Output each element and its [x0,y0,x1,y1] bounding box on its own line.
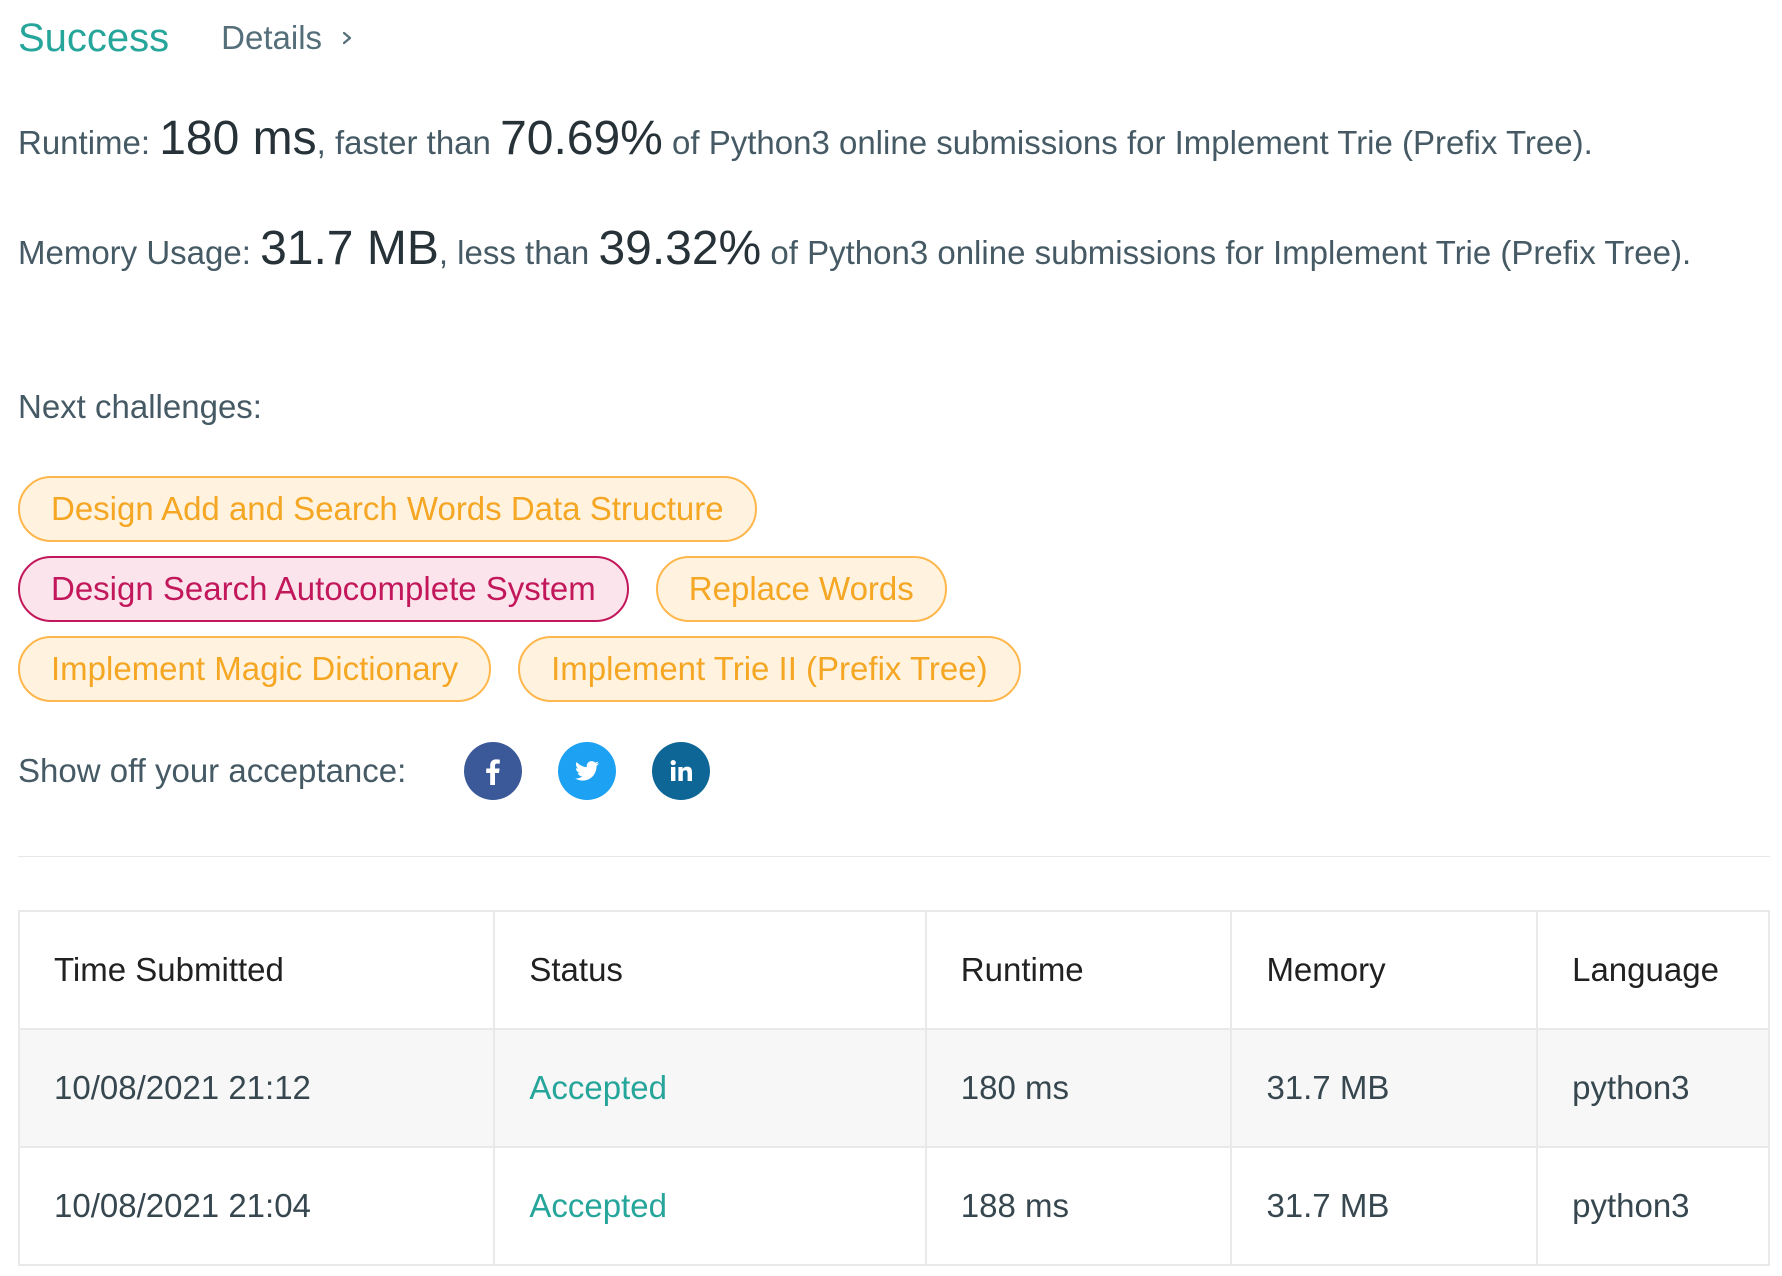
memory-value: 31.7 MB [260,222,439,275]
runtime-prefix: Runtime: [18,124,160,161]
table-row[interactable]: 10/08/2021 21:04 Accepted 188 ms 31.7 MB… [17,1146,1770,1266]
next-challenges-label: Next challenges: [18,388,262,425]
runtime-value: 180 ms [159,112,317,165]
cell-time: 10/08/2021 21:04 [17,1146,496,1266]
share-row: Show off your acceptance: [18,740,711,802]
challenge-pill[interactable]: Replace Words [655,556,947,622]
challenge-pill[interactable]: Design Search Autocomplete System [18,556,629,622]
runtime-percent: 70.69% [500,112,663,165]
column-header-status: Status [493,910,927,1030]
runtime-stat: Runtime: 180 ms, faster than 70.69% of P… [18,112,1770,170]
social-buttons [464,742,711,800]
cell-time: 10/08/2021 21:12 [17,1028,496,1148]
next-challenges-list: Design Add and Search Words Data Structu… [18,476,1770,716]
memory-stat: Memory Usage: 31.7 MB, less than 39.32% … [18,222,1770,280]
status-link[interactable]: Accepted [529,1069,667,1106]
challenge-pill[interactable]: Design Add and Search Words Data Structu… [18,476,757,542]
share-label: Show off your acceptance: [18,752,407,789]
linkedin-icon[interactable] [652,742,711,800]
pill-row: Design Add and Search Words Data Structu… [18,476,1770,542]
column-header-time: Time Submitted [17,910,496,1030]
details-link[interactable]: Details [221,19,354,57]
status-link[interactable]: Accepted [529,1187,667,1224]
memory-middle: , less than [438,234,599,271]
memory-prefix: Memory Usage: [18,234,261,271]
cell-status: Accepted [493,1146,927,1266]
challenge-pill[interactable]: Implement Trie II (Prefix Tree) [518,636,1021,702]
column-header-runtime: Runtime [924,910,1233,1030]
memory-percent: 39.32% [598,222,762,275]
facebook-icon[interactable] [464,742,523,800]
cell-language: python3 [1536,1028,1770,1148]
challenge-pill[interactable]: Implement Magic Dictionary [18,636,492,702]
table-row[interactable]: 10/08/2021 21:12 Accepted 180 ms 31.7 MB… [17,1028,1770,1148]
memory-suffix: of Python3 online submissions for Implem… [761,234,1692,271]
chevron-right-icon [340,31,354,45]
column-header-memory: Memory [1230,910,1539,1030]
status-title: Success [18,15,170,60]
column-header-language: Language [1536,910,1770,1030]
result-header: Success Details [18,8,354,68]
submissions-table-wrap: Time Submitted Status Runtime Memory Lan… [17,910,1770,1266]
details-label: Details [221,19,323,56]
runtime-suffix: of Python3 online submissions for Implem… [662,124,1593,161]
cell-memory: 31.7 MB [1230,1028,1539,1148]
cell-status: Accepted [493,1028,927,1148]
runtime-middle: , faster than [316,124,501,161]
pill-row: Implement Magic Dictionary Implement Tri… [18,636,1770,702]
pill-row: Design Search Autocomplete System Replac… [18,556,1770,622]
table-header-row: Time Submitted Status Runtime Memory Lan… [17,910,1770,1030]
cell-runtime: 188 ms [924,1146,1233,1266]
cell-language: python3 [1536,1146,1770,1266]
cell-memory: 31.7 MB [1230,1146,1539,1266]
submissions-table: Time Submitted Status Runtime Memory Lan… [17,910,1770,1266]
section-divider [18,856,1770,857]
cell-runtime: 180 ms [924,1028,1233,1148]
twitter-icon[interactable] [558,742,617,800]
